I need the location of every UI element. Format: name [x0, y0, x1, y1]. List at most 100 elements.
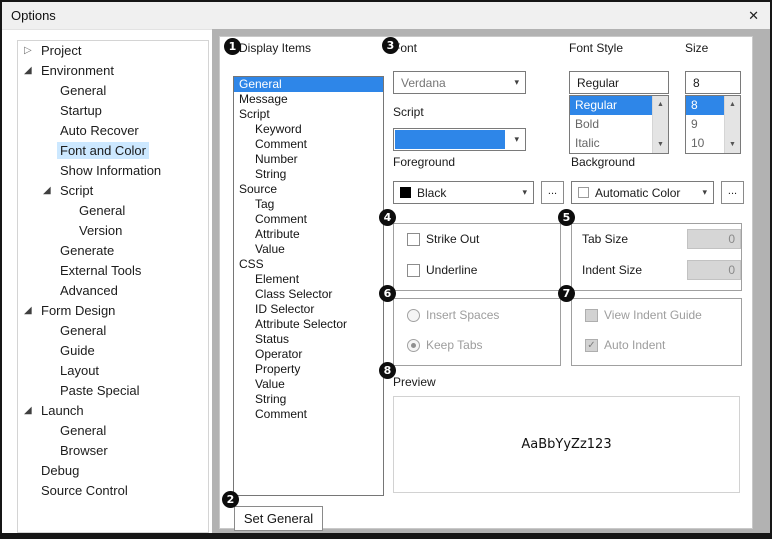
- indent-size-input[interactable]: 0: [687, 260, 741, 280]
- display-item-number[interactable]: Number: [234, 152, 383, 167]
- tree-item-layout[interactable]: Layout: [18, 361, 208, 381]
- display-item-property[interactable]: Property: [234, 362, 383, 377]
- size-list: 8910 ▲ ▼: [685, 95, 741, 154]
- expanded-triangle-icon[interactable]: ◢: [43, 185, 51, 197]
- keep-tabs-radio[interactable]: [407, 339, 420, 352]
- display-item-comment[interactable]: Comment: [234, 407, 383, 422]
- display-item-value[interactable]: Value: [234, 377, 383, 392]
- window-title: Options: [11, 8, 56, 23]
- effects-group: Strike Out Underline: [393, 223, 561, 291]
- tree-item-label: External Tools: [60, 263, 141, 278]
- whitespace-group: Insert Spaces Keep Tabs: [393, 298, 561, 366]
- display-item-value[interactable]: Value: [234, 242, 383, 257]
- tree-item-general[interactable]: General: [18, 201, 208, 221]
- tree-item-label: Environment: [41, 63, 114, 78]
- chevron-down-icon[interactable]: ▾: [514, 134, 519, 145]
- display-item-attribute-selector[interactable]: Attribute Selector: [234, 317, 383, 332]
- font-style-scrollbar[interactable]: ▲ ▼: [652, 96, 668, 153]
- set-general-button[interactable]: Set General: [234, 506, 323, 531]
- chevron-down-icon[interactable]: ▾: [702, 187, 707, 198]
- script-label: Script: [393, 105, 424, 119]
- collapsed-triangle-icon[interactable]: ▷: [24, 45, 32, 57]
- script-selection-highlight: [395, 130, 505, 149]
- size-scrollbar[interactable]: ▲ ▼: [724, 96, 740, 153]
- tree-item-external-tools[interactable]: External Tools: [18, 261, 208, 281]
- tree-item-show-information[interactable]: Show Information: [18, 161, 208, 181]
- indent-size-label: Indent Size: [582, 263, 642, 277]
- tab-size-input[interactable]: 0: [687, 229, 741, 249]
- size-input[interactable]: 8: [685, 71, 741, 94]
- font-style-option-italic[interactable]: Italic: [570, 134, 653, 153]
- background-combobox[interactable]: Automatic Color ▾: [571, 181, 714, 204]
- size-option-10[interactable]: 10: [686, 134, 725, 153]
- tree-item-form-design[interactable]: ◢Form Design: [18, 301, 208, 321]
- tree-item-script[interactable]: ◢Script: [18, 181, 208, 201]
- display-item-source[interactable]: Source: [234, 182, 383, 197]
- font-style-label: Font Style: [569, 41, 623, 55]
- strike-out-checkbox[interactable]: [407, 233, 420, 246]
- tree-item-paste-special[interactable]: Paste Special: [18, 381, 208, 401]
- font-combobox[interactable]: Verdana ▾: [393, 71, 526, 94]
- close-icon[interactable]: ✕: [748, 8, 759, 24]
- foreground-value: Black: [417, 186, 446, 200]
- background-more-button[interactable]: ...: [721, 181, 744, 204]
- chevron-down-icon[interactable]: ▾: [522, 187, 527, 198]
- display-item-comment[interactable]: Comment: [234, 137, 383, 152]
- foreground-combobox[interactable]: Black ▾: [393, 181, 534, 204]
- display-item-keyword[interactable]: Keyword: [234, 122, 383, 137]
- tree-item-auto-recover[interactable]: Auto Recover: [18, 121, 208, 141]
- background-label: Background: [571, 155, 635, 169]
- display-item-class-selector[interactable]: Class Selector: [234, 287, 383, 302]
- size-option-8[interactable]: 8: [686, 96, 725, 115]
- display-item-string[interactable]: String: [234, 392, 383, 407]
- expanded-triangle-icon[interactable]: ◢: [24, 65, 32, 77]
- tree-item-browser[interactable]: Browser: [18, 441, 208, 461]
- display-item-string[interactable]: String: [234, 167, 383, 182]
- display-item-message[interactable]: Message: [234, 92, 383, 107]
- font-style-input[interactable]: Regular: [569, 71, 669, 94]
- display-item-tag[interactable]: Tag: [234, 197, 383, 212]
- tree-item-font-and-color[interactable]: Font and Color: [18, 141, 208, 161]
- tree-item-general[interactable]: General: [18, 81, 208, 101]
- tree-item-label: Source Control: [41, 483, 128, 498]
- display-item-attribute[interactable]: Attribute: [234, 227, 383, 242]
- underline-checkbox[interactable]: [407, 264, 420, 277]
- display-item-operator[interactable]: Operator: [234, 347, 383, 362]
- chevron-down-icon[interactable]: ▾: [514, 77, 519, 88]
- auto-indent-checkbox[interactable]: ✓: [585, 339, 598, 352]
- tree-item-general[interactable]: General: [18, 421, 208, 441]
- script-combobox[interactable]: ▾: [393, 128, 526, 151]
- tree-item-launch[interactable]: ◢Launch: [18, 401, 208, 421]
- view-indent-guide-checkbox[interactable]: [585, 309, 598, 322]
- display-item-status[interactable]: Status: [234, 332, 383, 347]
- scroll-down-icon[interactable]: ▼: [725, 138, 740, 151]
- tree-item-generate[interactable]: Generate: [18, 241, 208, 261]
- display-item-css[interactable]: CSS: [234, 257, 383, 272]
- font-style-option-regular[interactable]: Regular: [570, 96, 653, 115]
- tree-item-general[interactable]: General: [18, 321, 208, 341]
- display-item-element[interactable]: Element: [234, 272, 383, 287]
- display-item-comment[interactable]: Comment: [234, 212, 383, 227]
- size-option-9[interactable]: 9: [686, 115, 725, 134]
- tree-item-guide[interactable]: Guide: [18, 341, 208, 361]
- expanded-triangle-icon[interactable]: ◢: [24, 405, 32, 417]
- display-item-id-selector[interactable]: ID Selector: [234, 302, 383, 317]
- foreground-more-button[interactable]: ...: [541, 181, 564, 204]
- tree-item-label: General: [60, 83, 106, 98]
- scroll-down-icon[interactable]: ▼: [653, 138, 668, 151]
- expanded-triangle-icon[interactable]: ◢: [24, 305, 32, 317]
- display-item-general[interactable]: General: [234, 77, 383, 92]
- tree-item-source-control[interactable]: Source Control: [18, 481, 208, 501]
- tree-item-version[interactable]: Version: [18, 221, 208, 241]
- auto-indent-label: Auto Indent: [604, 338, 665, 352]
- tree-item-environment[interactable]: ◢ Environment: [18, 61, 208, 81]
- tree-item-project[interactable]: ▷Project: [18, 41, 208, 61]
- insert-spaces-radio[interactable]: [407, 309, 420, 322]
- tree-item-advanced[interactable]: Advanced: [18, 281, 208, 301]
- tree-item-startup[interactable]: Startup: [18, 101, 208, 121]
- scroll-up-icon[interactable]: ▲: [653, 98, 668, 111]
- scroll-up-icon[interactable]: ▲: [725, 98, 740, 111]
- tree-item-debug[interactable]: Debug: [18, 461, 208, 481]
- font-style-option-bold[interactable]: Bold: [570, 115, 653, 134]
- display-item-script[interactable]: Script: [234, 107, 383, 122]
